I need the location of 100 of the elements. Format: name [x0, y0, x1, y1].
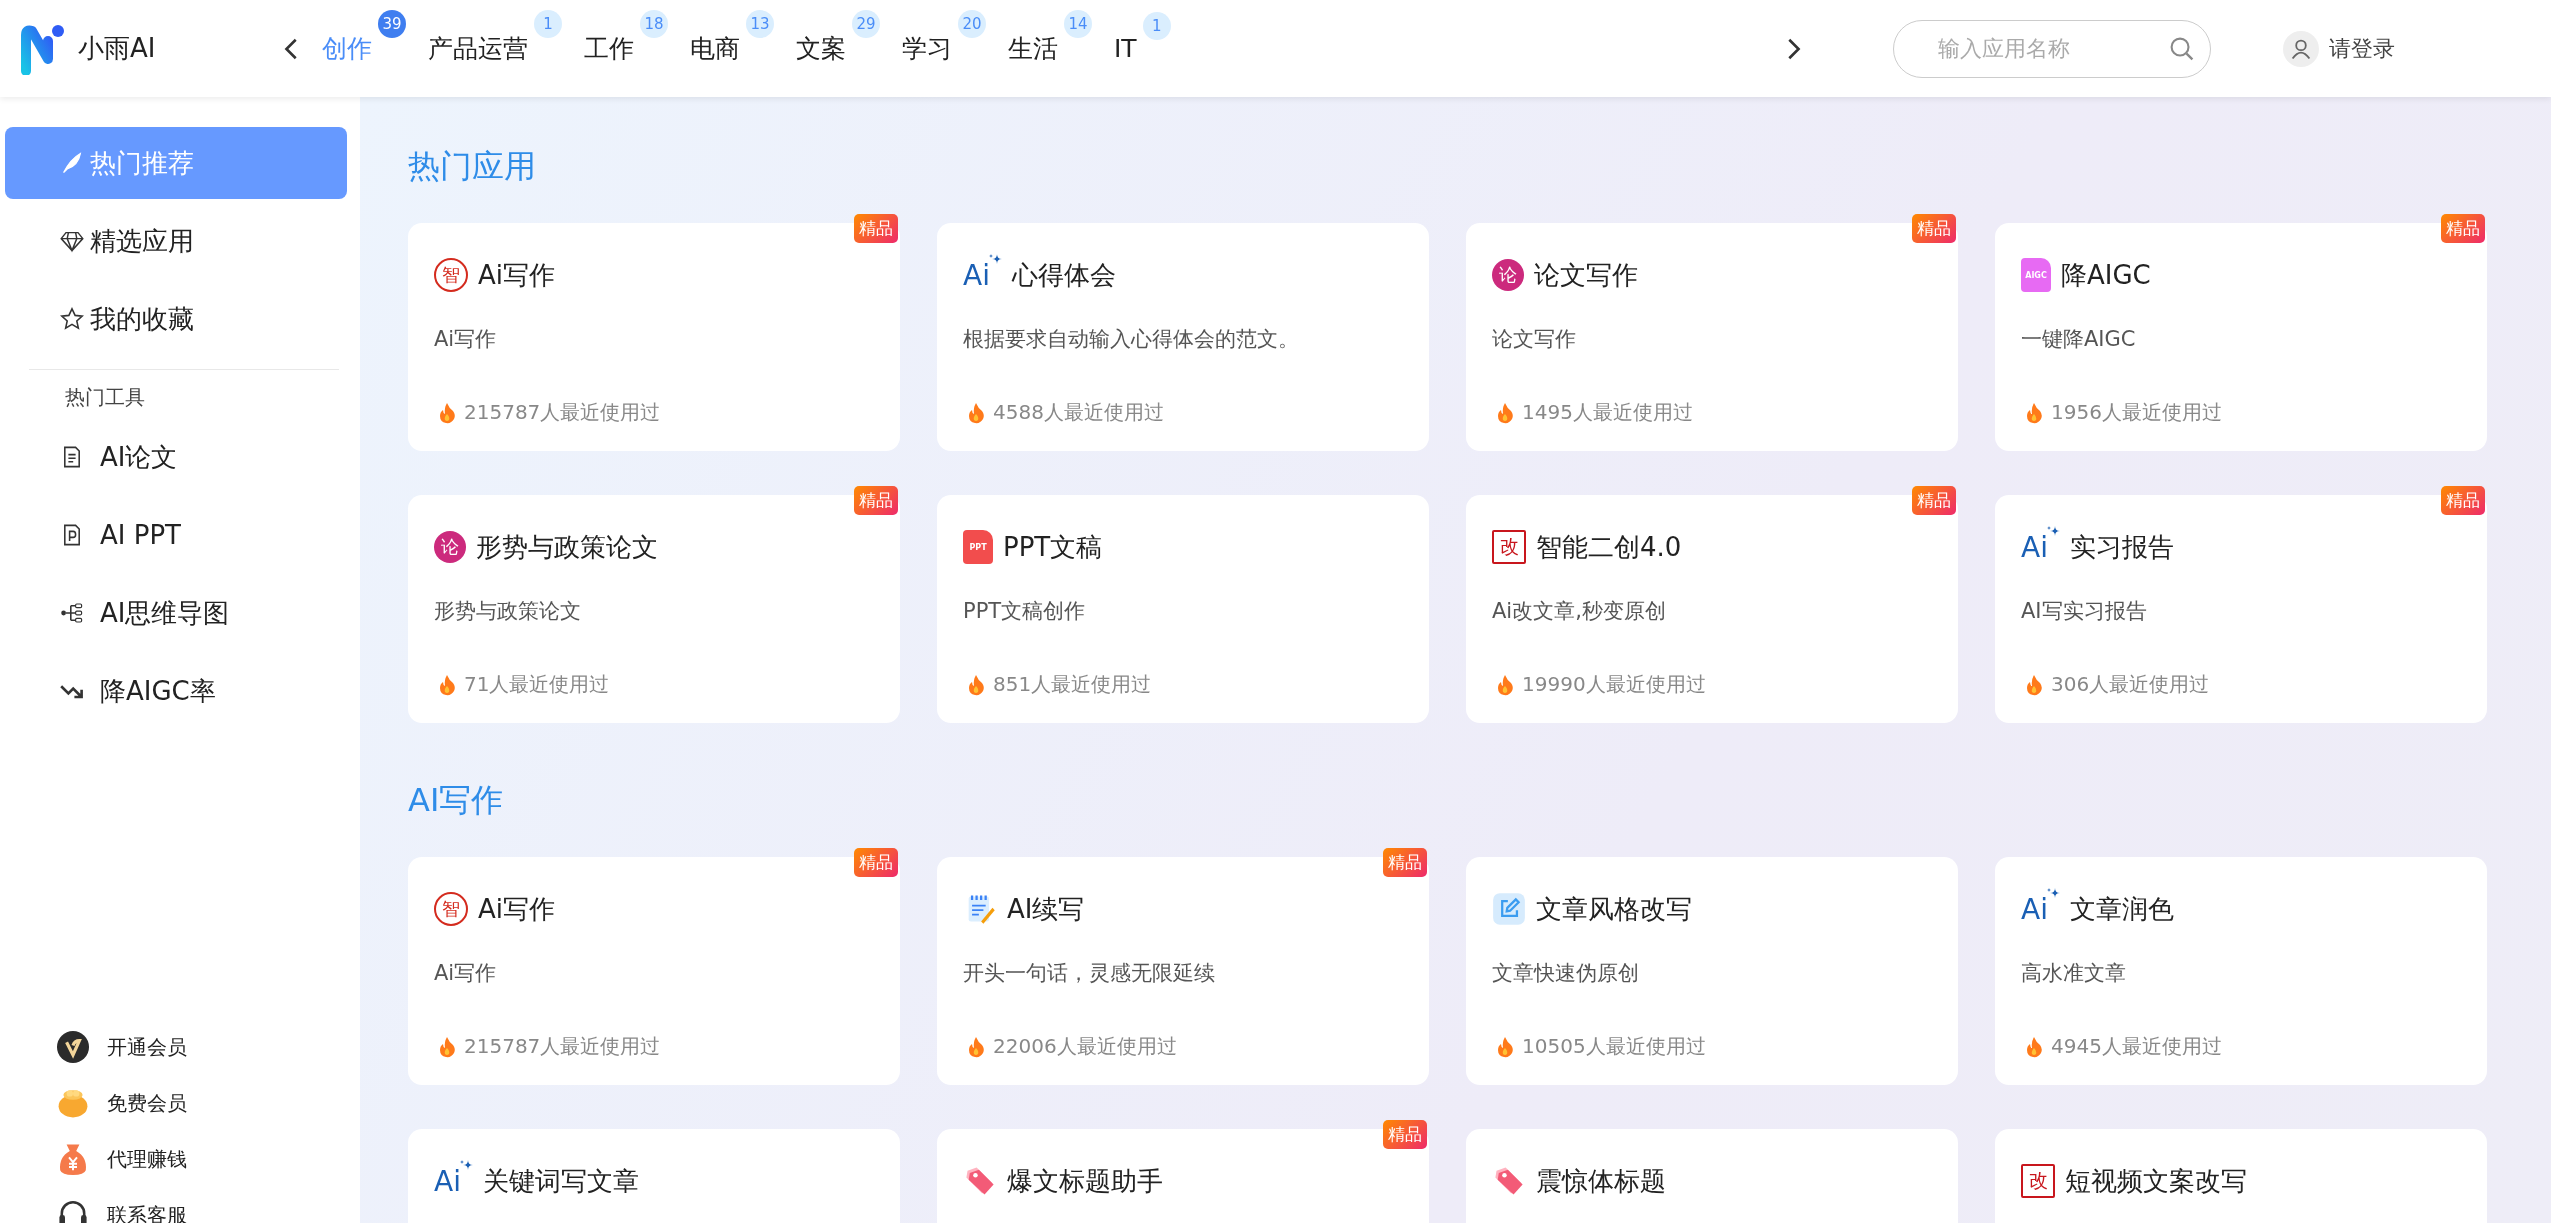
- usage-count: 19990人最近使用过: [1522, 671, 1706, 698]
- count-badge: 13: [746, 10, 774, 38]
- count-badge: 1: [534, 10, 562, 38]
- count-badge: 39: [378, 10, 406, 38]
- coin-bag-icon: [57, 1087, 89, 1119]
- section-heading: 热门工具: [65, 384, 146, 411]
- card-description: Ai写作: [434, 960, 498, 987]
- app-card[interactable]: 震惊体标题: [1466, 1129, 1958, 1223]
- flame-icon: [967, 401, 985, 424]
- seal-icon: 智: [434, 892, 468, 926]
- card-title: PPT文稿: [1003, 530, 1103, 564]
- sidebar-link[interactable]: 代理赚钱: [57, 1143, 360, 1175]
- usage-count: 306人最近使用过: [2051, 671, 2210, 698]
- circle-badge-icon: 论: [434, 531, 466, 563]
- app-card[interactable]: 改 短视频文案改写: [1995, 1129, 2487, 1223]
- card-title: 文章润色: [2069, 892, 2174, 926]
- usage-count: 4945人最近使用过: [2051, 1033, 2222, 1060]
- file-icon: PPT: [963, 530, 993, 564]
- sidebar-item[interactable]: 降AIGC率: [5, 655, 347, 727]
- feather-icon: [60, 151, 84, 175]
- flame-icon: [2025, 1035, 2043, 1058]
- card-description: 文章快速伪原创: [1492, 960, 1640, 987]
- card-description: PPT文稿创作: [963, 598, 1087, 625]
- flame-icon: [967, 673, 985, 696]
- seal-icon: 智: [434, 258, 468, 292]
- app-card[interactable]: Ai 关键词写文章: [408, 1129, 900, 1223]
- featured-badge: 精品: [854, 214, 898, 243]
- featured-badge: 精品: [854, 848, 898, 877]
- flame-icon: [438, 401, 456, 424]
- count-badge: 1: [1142, 12, 1171, 40]
- usage-count: 215787人最近使用过: [464, 1033, 661, 1060]
- card-title: 智能二创4.0: [1536, 530, 1682, 564]
- card-title: 爆文标题助手: [1007, 1164, 1163, 1198]
- circle-badge-icon: 论: [1492, 259, 1524, 291]
- diamond-icon: [60, 229, 84, 253]
- app-card[interactable]: 文章风格改写 文章快速伪原创 10505人最近使用过: [1466, 857, 1958, 1085]
- usage-count: 10505人最近使用过: [1522, 1033, 1706, 1060]
- headset-icon: [57, 1199, 89, 1223]
- vip-icon: [57, 1031, 89, 1063]
- card-title: 震惊体标题: [1536, 1164, 1666, 1198]
- login-button[interactable]: 请登录: [2283, 30, 2395, 67]
- file-icon: AIGC: [2021, 258, 2051, 292]
- card-title: 实习报告: [2069, 530, 2174, 564]
- stamp-icon: 改: [2021, 1164, 2055, 1198]
- card-description: AI写实习报告: [2021, 598, 2148, 625]
- card-title: 短视频文案改写: [2065, 1164, 2247, 1198]
- card-title: 形势与政策论文: [476, 530, 658, 564]
- flame-icon: [967, 1035, 985, 1058]
- card-title: Ai写作: [478, 892, 555, 926]
- count-badge: 18: [640, 10, 668, 38]
- card-title: AI续写: [1007, 892, 1085, 926]
- card-title: 文章风格改写: [1536, 892, 1692, 926]
- usage-count: 1495人最近使用过: [1522, 399, 1693, 426]
- mindmap-icon: [60, 601, 84, 625]
- user-icon: [2283, 30, 2319, 67]
- featured-badge: 精品: [1912, 214, 1956, 243]
- usage-count: 71人最近使用过: [464, 671, 610, 698]
- sidebar-item[interactable]: AI PPT: [5, 499, 347, 571]
- count-badge: 20: [958, 10, 986, 38]
- sidebar-item[interactable]: AI思维导图: [5, 577, 347, 649]
- usage-count: 215787人最近使用过: [464, 399, 661, 426]
- card-description: 形势与政策论文: [434, 598, 582, 625]
- app-card[interactable]: PPT PPT文稿 PPT文稿创作 851人最近使用过: [937, 495, 1429, 723]
- usage-count: 851人最近使用过: [993, 671, 1152, 698]
- star-icon: [60, 307, 84, 331]
- card-description: 根据要求自动输入心得体会的范文。: [963, 326, 1300, 353]
- usage-count: 1956人最近使用过: [2051, 399, 2222, 426]
- card-description: Ai改文章,秒变原创: [1492, 598, 1667, 625]
- flame-icon: [1496, 401, 1514, 424]
- flame-icon: [2025, 401, 2043, 424]
- section-title: 热门应用: [408, 146, 537, 187]
- featured-badge: 精品: [854, 486, 898, 515]
- section-title: AI写作: [408, 780, 505, 821]
- search-icon[interactable]: [2169, 35, 2195, 62]
- count-badge: 14: [1064, 10, 1092, 38]
- sidebar-link[interactable]: 免费会员: [57, 1087, 360, 1119]
- card-title: 降AIGC: [2061, 258, 2151, 292]
- sidebar-item[interactable]: 精选应用: [5, 205, 347, 277]
- card-description: 高水准文章: [2021, 960, 2127, 987]
- featured-badge: 精品: [1383, 1120, 1427, 1149]
- featured-badge: 精品: [1912, 486, 1956, 515]
- sidebar-link[interactable]: 开通会员: [57, 1031, 360, 1063]
- usage-count: 4588人最近使用过: [993, 399, 1164, 426]
- flame-icon: [2025, 673, 2043, 696]
- app-card[interactable]: Ai 文章润色 高水准文章 4945人最近使用过: [1995, 857, 2487, 1085]
- featured-badge: 精品: [2441, 214, 2485, 243]
- sidebar-item[interactable]: 我的收藏: [5, 283, 347, 355]
- flame-icon: [1496, 1035, 1514, 1058]
- brand-name: 小雨AI: [78, 32, 156, 65]
- usage-count: 22006人最近使用过: [993, 1033, 1177, 1060]
- sidebar-item[interactable]: AI论文: [5, 421, 347, 493]
- card-description: 论文写作: [1492, 326, 1577, 353]
- featured-badge: 精品: [1383, 848, 1427, 877]
- search-field[interactable]: 输入应用名称: [1893, 19, 2211, 78]
- app-card[interactable]: Ai 心得体会 根据要求自动输入心得体会的范文。 4588人最近使用过: [937, 223, 1429, 451]
- stamp-icon: 改: [1492, 530, 1526, 564]
- card-description: 开头一句话，灵感无限延续: [963, 960, 1216, 987]
- featured-badge: 精品: [2441, 486, 2485, 515]
- card-title: 心得体会: [1011, 258, 1116, 292]
- count-badge: 29: [852, 10, 880, 38]
